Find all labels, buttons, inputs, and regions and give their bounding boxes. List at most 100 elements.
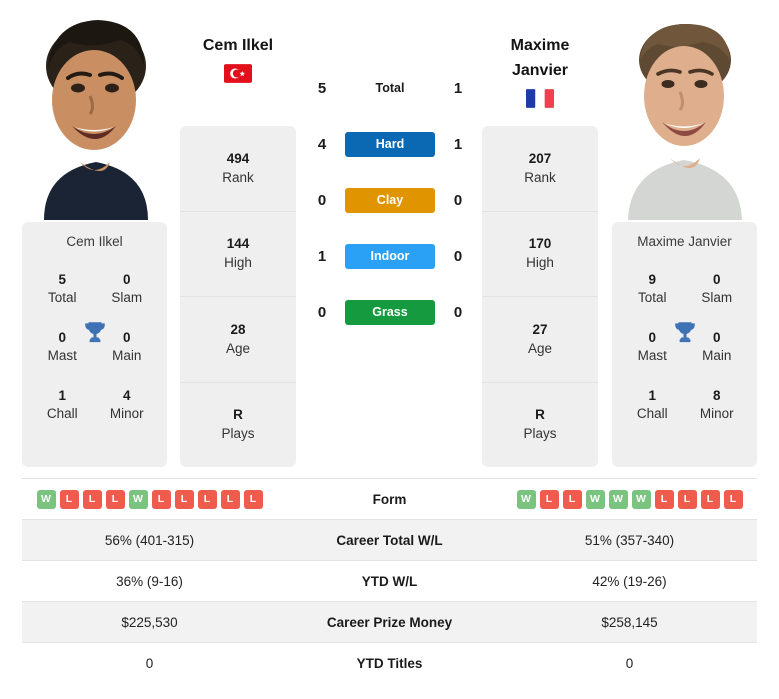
table-row-label: Form xyxy=(372,491,407,507)
surface-right-count-hard: 1 xyxy=(453,135,463,153)
titles-grid-right: 9 Total 0 Slam 0 Mast 0 Main 1 Chall 8 M… xyxy=(612,271,757,423)
titles-card-name-left: Cem Ilkel xyxy=(66,234,123,249)
titles-chall-label-left: Chall xyxy=(46,406,78,421)
table-cell-left: 0 xyxy=(145,655,154,671)
titles-mast-label-right: Mast xyxy=(637,348,667,363)
surface-left-count-total: 5 xyxy=(317,79,327,97)
table-row: W L L L W L L L L L Form W L L W W W L L L L xyxy=(22,478,757,519)
high-label-left: High xyxy=(224,255,252,271)
form-badge: W xyxy=(516,489,536,509)
form-badge: L xyxy=(174,489,194,509)
table-row-label: Career Total W/L xyxy=(336,532,443,548)
surface-row-grass: 0 Grass 0 xyxy=(300,284,480,340)
titles-total-right: 9 Total xyxy=(620,271,685,307)
rank-row-left: 494 Rank xyxy=(180,126,296,212)
titles-grid-left: 5 Total 0 Slam 0 Mast 0 Main 1 Chall 4 M… xyxy=(22,271,167,423)
age-label-left: Age xyxy=(225,340,251,356)
form-badge: L xyxy=(723,489,743,509)
surface-right-count-grass: 0 xyxy=(453,303,463,321)
surface-pill-hard: Hard xyxy=(345,131,435,157)
plays-value-left: R xyxy=(233,407,243,423)
table-cell-right: 51% (357-340) xyxy=(584,532,675,548)
titles-card-name-right: Maxime Janvier xyxy=(637,234,732,249)
form-badge: W xyxy=(585,489,605,509)
table-cell-right: $258,145 xyxy=(601,614,658,630)
player-comparison-page: Cem Ilkel Maxime Janvier 494 Rank 144 Hi… xyxy=(0,0,779,699)
form-badge: W xyxy=(608,489,628,509)
surface-right-count-indoor: 0 xyxy=(453,247,463,265)
form-badge: L xyxy=(105,489,125,509)
plays-label-left: Plays xyxy=(221,426,255,442)
trophy-icon-left xyxy=(84,322,105,343)
table-cell-right: 42% (19-26) xyxy=(592,573,667,589)
form-badges-right: WLLWWWLLLL xyxy=(502,489,757,509)
player-name-right-line1: Maxime xyxy=(510,37,570,54)
rank-row-right: 207 Rank xyxy=(482,126,598,212)
titles-slam-left: 0 Slam xyxy=(95,271,160,307)
plays-value-right: R xyxy=(535,407,545,423)
titles-slam-value-right: 0 xyxy=(712,272,721,287)
surface-pill-grass: Grass xyxy=(345,299,435,325)
form-badge: L xyxy=(539,489,559,509)
plays-label-right: Plays xyxy=(523,426,557,442)
trophy-icon-right xyxy=(674,322,695,343)
form-badge: W xyxy=(36,489,56,509)
titles-chall-value-left: 1 xyxy=(58,388,66,403)
age-row-right: 27 Age xyxy=(482,297,598,383)
age-value-right: 27 xyxy=(532,321,548,337)
titles-chall-left: 1 Chall xyxy=(30,387,95,423)
high-row-right: 170 High xyxy=(482,212,598,297)
high-label-right: High xyxy=(526,255,554,271)
titles-total-label-left: Total xyxy=(47,290,77,305)
rank-label-left: Rank xyxy=(222,169,254,185)
titles-minor-label-right: Minor xyxy=(699,406,734,421)
table-row: $225,530 Career Prize Money $258,145 xyxy=(22,601,757,642)
comparison-header: Cem Ilkel Maxime Janvier 494 Rank 144 Hi… xyxy=(0,0,779,472)
table-cell-left: $225,530 xyxy=(121,614,178,630)
table-cell-right: 0 xyxy=(625,655,634,671)
form-badges-left: WLLLWLLLLL xyxy=(22,489,277,509)
titles-minor-value-left: 4 xyxy=(122,388,131,403)
player-photo-left xyxy=(22,8,167,220)
titles-card-right: Maxime Janvier 9 Total 0 Slam 0 Mast 0 M… xyxy=(612,222,757,467)
form-badge: L xyxy=(677,489,697,509)
surface-right-count-total: 1 xyxy=(453,79,463,97)
titles-total-left: 5 Total xyxy=(30,271,95,307)
player-header-right: Maxime Janvier xyxy=(470,33,610,108)
table-cell-left: 56% (401-315) xyxy=(104,532,195,548)
surface-row-indoor: 1 Indoor 0 xyxy=(300,228,480,284)
surface-left-count-indoor: 1 xyxy=(317,247,327,265)
titles-main-label-right: Main xyxy=(702,348,732,363)
age-row-left: 28 Age xyxy=(180,297,296,383)
rank-card-left: 494 Rank 144 High 28 Age R Plays xyxy=(180,126,296,467)
form-badge: L xyxy=(220,489,240,509)
table-row: 36% (9-16) YTD W/L 42% (19-26) xyxy=(22,560,757,601)
titles-slam-value-left: 0 xyxy=(122,272,131,287)
form-badge: L xyxy=(82,489,102,509)
titles-minor-left: 4 Minor xyxy=(95,387,160,423)
player-name-left: Cem Ilkel xyxy=(202,37,274,54)
surface-titles-column: 5 Total 1 4 Hard 1 0 Clay 0 1 Indoor 0 0 Grass 0 xyxy=(300,60,480,340)
surface-right-count-clay: 0 xyxy=(453,191,463,209)
form-badge: L xyxy=(59,489,79,509)
comparison-table: W L L L W L L L L L Form W L L W W W L L L L 56% (401-315) Car… xyxy=(22,478,757,683)
form-badge: W xyxy=(128,489,148,509)
titles-chall-value-right: 1 xyxy=(648,388,656,403)
titles-slam-label-right: Slam xyxy=(701,290,733,305)
rank-value-right: 207 xyxy=(528,150,552,166)
titles-minor-right: 8 Minor xyxy=(685,387,750,423)
titles-chall-label-right: Chall xyxy=(636,406,668,421)
form-badge: L xyxy=(700,489,720,509)
form-badge: L xyxy=(562,489,582,509)
table-row: 0 YTD Titles 0 xyxy=(22,642,757,683)
table-cell-left: 36% (9-16) xyxy=(116,573,183,589)
plays-row-left: R Plays xyxy=(180,383,296,468)
surface-pill-total: Total xyxy=(375,81,405,95)
form-badge: L xyxy=(243,489,263,509)
age-label-right: Age xyxy=(527,340,553,356)
turkey-flag-icon xyxy=(224,64,252,83)
titles-card-left: Cem Ilkel 5 Total 0 Slam 0 Mast 0 Main 1… xyxy=(22,222,167,467)
form-strip-left: WLLLWLLLLL xyxy=(22,489,277,509)
surface-left-count-hard: 4 xyxy=(317,135,327,153)
surface-left-count-grass: 0 xyxy=(317,303,327,321)
